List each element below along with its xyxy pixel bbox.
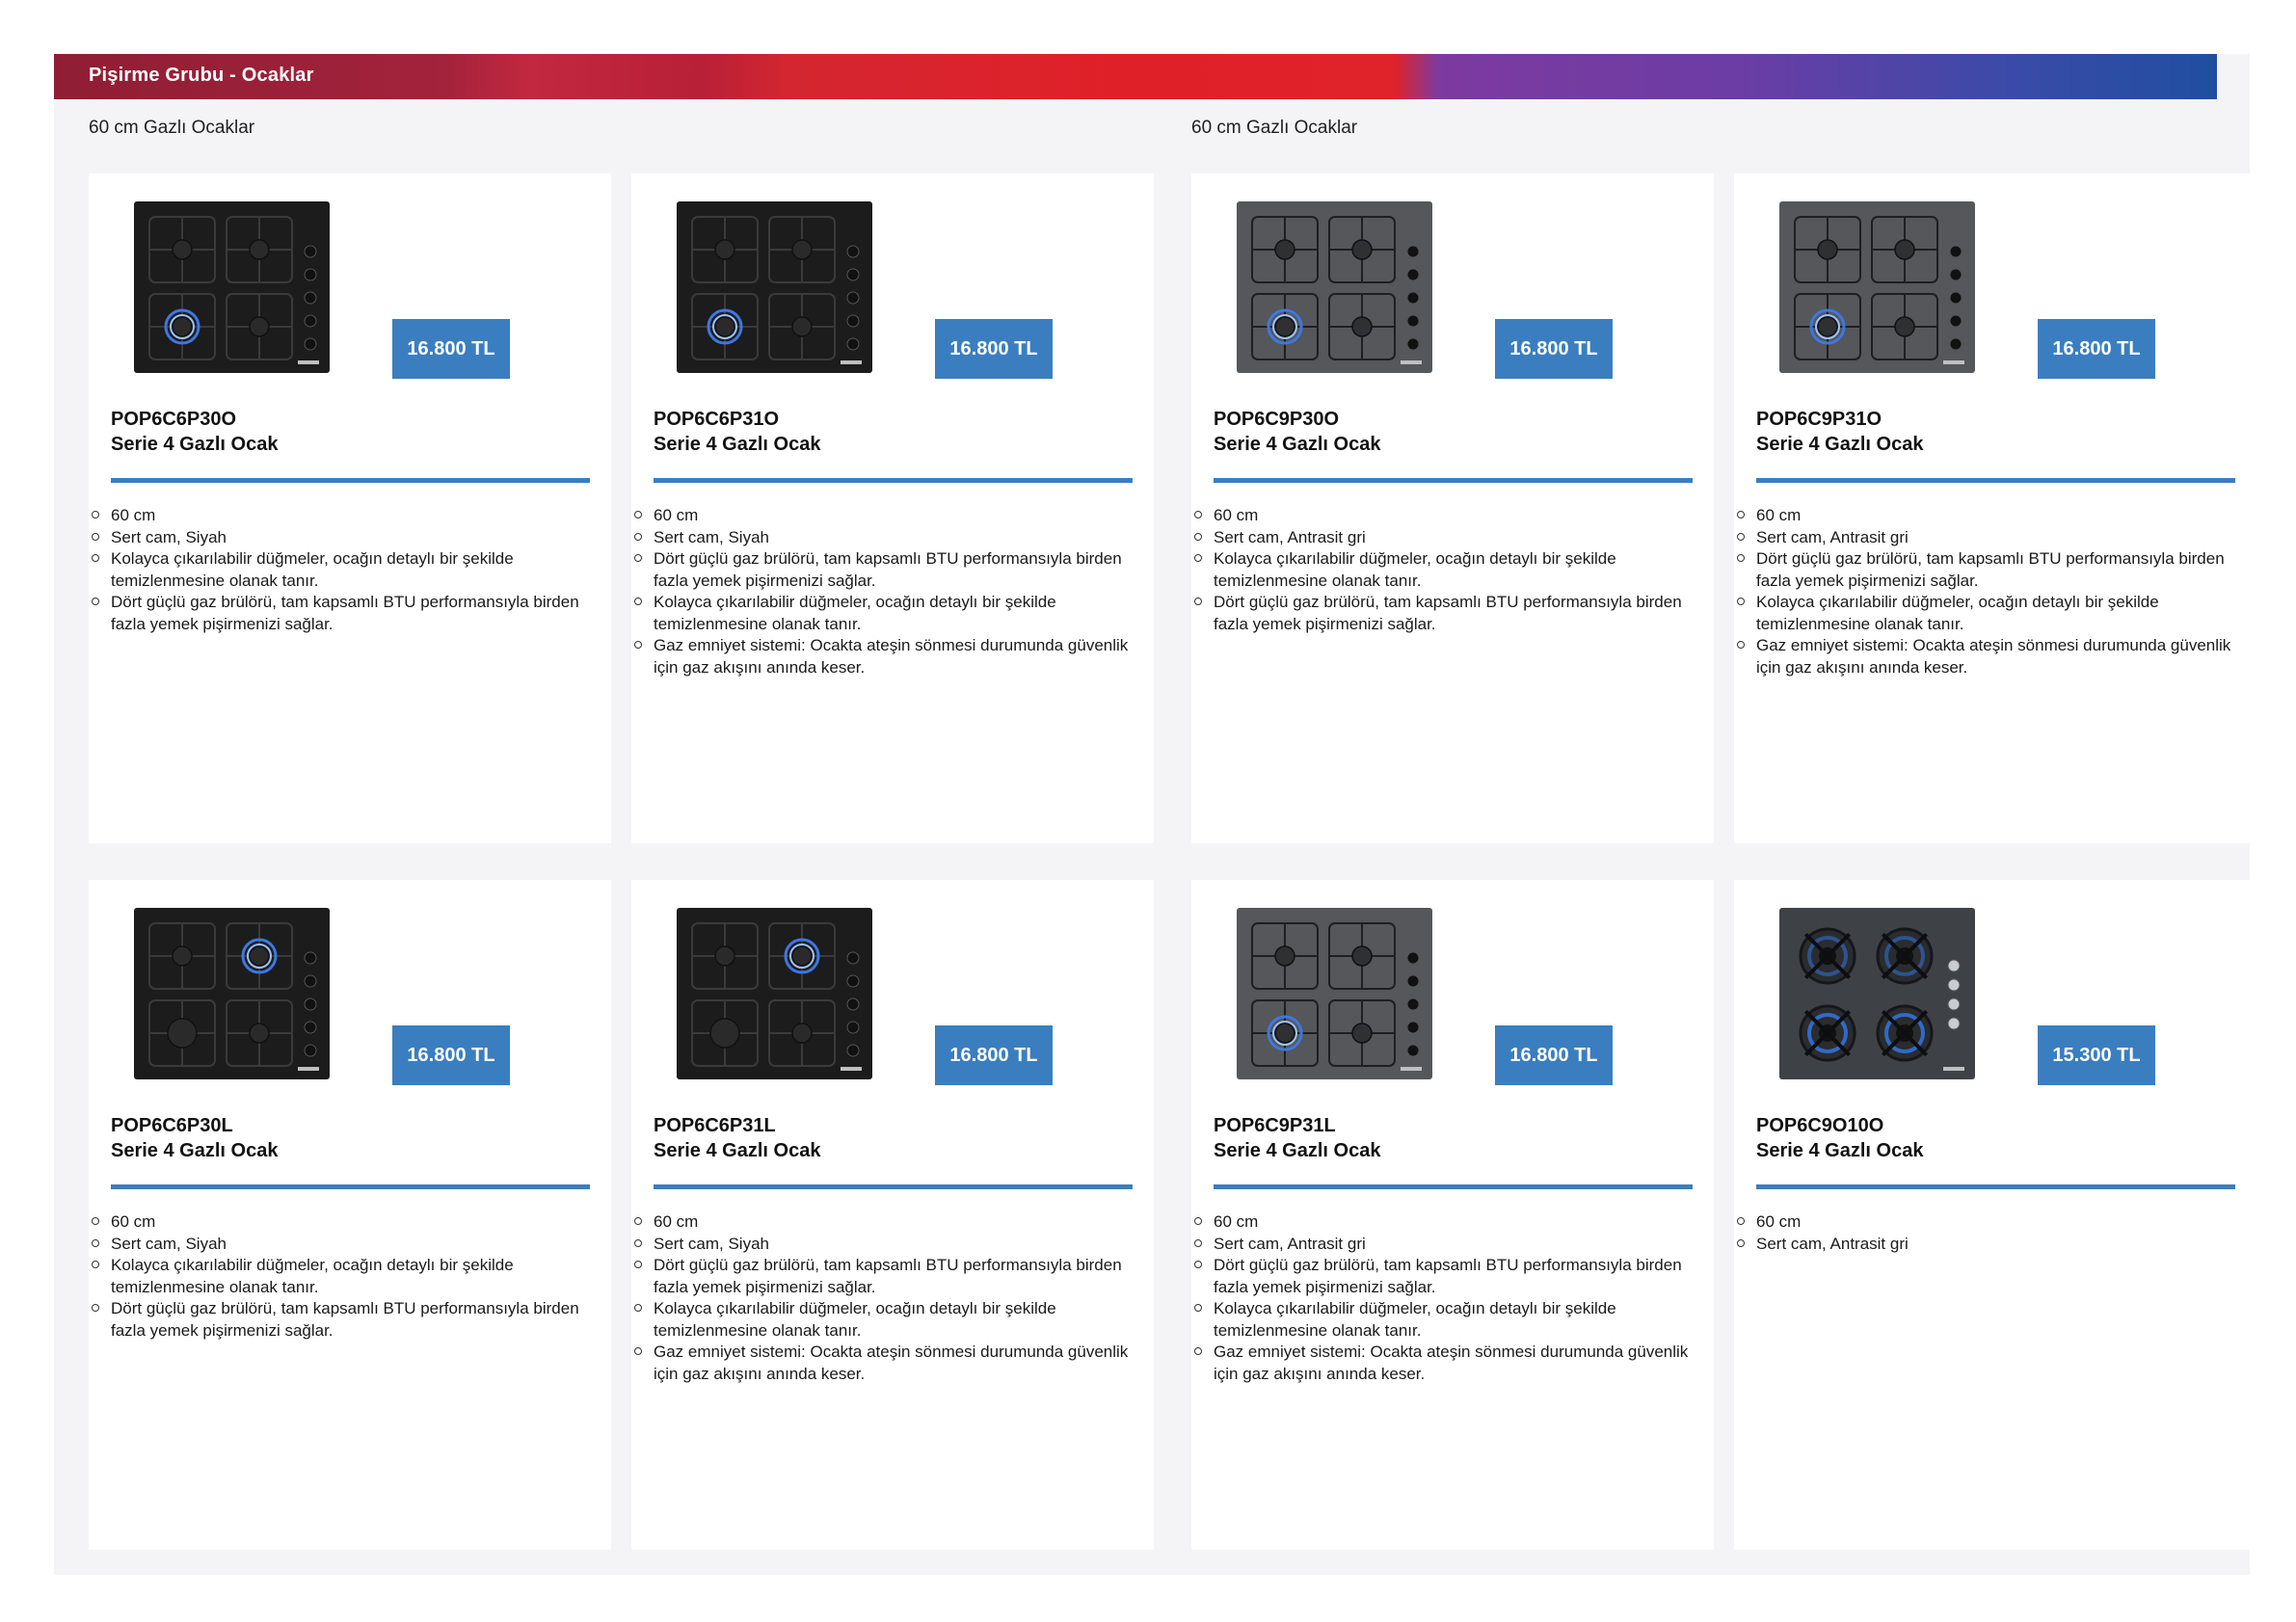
product-subtitle: Serie 4 Gazlı Ocak [1214,434,1381,455]
feature-item: Kolayca çıkarılabilir düğmeler, ocağın d… [1194,1298,1695,1342]
product-card[interactable]: 16.800 TL POP6C6P31L Serie 4 Gazlı Ocak … [631,880,1154,1550]
divider [1756,1184,2235,1189]
product-card[interactable]: 15.300 TL POP6C9O10O Serie 4 Gazlı Ocak … [1734,880,2256,1550]
product-subtitle: Serie 4 Gazlı Ocak [111,1140,279,1161]
divider [1214,1184,1693,1189]
product-model: POP6C6P31O [654,409,780,430]
feature-item: Dört güçlü gaz brülörü, tam kapsamlı BTU… [634,1255,1135,1298]
feature-item: Dört güçlü gaz brülörü, tam kapsamlı BTU… [1194,1255,1695,1298]
divider [1756,478,2235,483]
product-card[interactable]: 16.800 TL POP6C6P31O Serie 4 Gazlı Ocak … [631,173,1154,843]
product-model: POP6C9P31O [1756,409,1882,430]
feature-item: Dört güçlü gaz brülörü, tam kapsamlı BTU… [1194,592,1695,635]
divider [654,478,1133,483]
hob-image[interactable] [677,201,872,373]
feature-item: Sert cam, Siyah [634,1234,1135,1256]
divider [111,478,590,483]
feature-item: 60 cm [1737,505,2238,527]
section-title-left: 60 cm Gazlı Ocaklar [89,118,255,138]
feature-list: 60 cm Sert cam, Antrasit gri [1737,1211,2238,1256]
feature-item: Sert cam, Antrasit gri [1194,527,1695,549]
price-badge: 16.800 TL [1495,1025,1613,1085]
feature-list: 60 cm Sert cam, Siyah Dört güçlü gaz brülö… [634,1211,1135,1385]
divider [1214,478,1693,483]
feature-item: 60 cm [92,505,593,527]
product-subtitle: Serie 4 Gazlı Ocak [111,434,279,455]
product-subtitle: Serie 4 Gazlı Ocak [1756,434,1924,455]
product-model: POP6C6P30L [111,1115,233,1136]
product-card[interactable]: 16.800 TL POP6C6P30L Serie 4 Gazlı Ocak … [89,880,611,1550]
feature-item: Dört güçlü gaz brülörü, tam kapsamlı BTU… [634,548,1135,592]
product-model: POP6C9P30O [1214,409,1340,430]
feature-item: 60 cm [634,505,1135,527]
product-card[interactable]: 16.800 TL POP6C9P31O Serie 4 Gazlı Ocak … [1734,173,2256,843]
product-model: POP6C9P31L [1214,1115,1336,1136]
divider [111,1184,590,1189]
divider [654,1184,1133,1189]
feature-list: 60 cm Sert cam, Antrasit gri Dört güçlü ga… [1737,505,2238,678]
feature-item: Kolayca çıkarılabilir düğmeler, ocağın d… [1194,548,1695,592]
feature-item: Dört güçlü gaz brülörü, tam kapsamlı BTU… [1737,548,2238,592]
feature-item: Sert cam, Siyah [92,527,593,549]
price-badge: 15.300 TL [2038,1025,2155,1085]
price-badge: 16.800 TL [935,1025,1053,1085]
feature-list: 60 cm Sert cam, Siyah Dört güçlü gaz brülö… [634,505,1135,678]
price-badge: 16.800 TL [392,319,510,379]
feature-item: Kolayca çıkarılabilir düğmeler, ocağın d… [634,1298,1135,1342]
category-banner: Pişirme Grubu - Ocaklar [54,54,2217,99]
feature-item: 60 cm [92,1211,593,1234]
hob-image[interactable] [677,908,872,1079]
feature-item: 60 cm [1194,1211,1695,1234]
feature-item: Dört güçlü gaz brülörü, tam kapsamlı BTU… [92,1298,593,1342]
product-subtitle: Serie 4 Gazlı Ocak [654,434,821,455]
hob-image[interactable] [134,201,330,373]
feature-item: Kolayca çıkarılabilir düğmeler, ocağın d… [1737,592,2238,635]
feature-item: Dört güçlü gaz brülörü, tam kapsamlı BTU… [92,592,593,635]
price-badge: 16.800 TL [2038,319,2155,379]
product-model: POP6C9O10O [1756,1115,1884,1136]
price-badge: 16.800 TL [392,1025,510,1085]
product-card[interactable]: 16.800 TL POP6C6P30O Serie 4 Gazlı Ocak … [89,173,611,843]
feature-item: Kolayca çıkarılabilir düğmeler, ocağın d… [92,1255,593,1298]
hob-image[interactable] [1237,201,1432,373]
feature-list: 60 cm Sert cam, Antrasit gri Kolayca çıkar… [1194,505,1695,635]
hob-image[interactable] [134,908,330,1079]
feature-item: Gaz emniyet sistemi: Ocakta ateşin sönme… [634,635,1135,678]
product-subtitle: Serie 4 Gazlı Ocak [1214,1140,1381,1161]
feature-item: Kolayca çıkarılabilir düğmeler, ocağın d… [92,548,593,592]
feature-item: 60 cm [1194,505,1695,527]
product-card[interactable]: 16.800 TL POP6C9P31L Serie 4 Gazlı Ocak … [1191,880,1714,1550]
section-title-right: 60 cm Gazlı Ocaklar [1191,118,1358,138]
feature-item: Sert cam, Siyah [634,527,1135,549]
feature-item: Gaz emniyet sistemi: Ocakta ateşin sönme… [1194,1342,1695,1385]
product-subtitle: Serie 4 Gazlı Ocak [654,1140,821,1161]
hob-image[interactable] [1779,908,1975,1079]
product-card[interactable]: 16.800 TL POP6C9P30O Serie 4 Gazlı Ocak … [1191,173,1714,843]
hob-image[interactable] [1779,201,1975,373]
feature-item: Gaz emniyet sistemi: Ocakta ateşin sönme… [1737,635,2238,678]
hob-image[interactable] [1237,908,1432,1079]
product-model: POP6C6P31L [654,1115,776,1136]
feature-item: 60 cm [634,1211,1135,1234]
feature-item: 60 cm [1737,1211,2238,1234]
feature-list: 60 cm Sert cam, Siyah Kolayca çıkarılabili… [92,1211,593,1342]
feature-item: Gaz emniyet sistemi: Ocakta ateşin sönme… [634,1342,1135,1385]
price-badge: 16.800 TL [935,319,1053,379]
banner-title: Pişirme Grubu - Ocaklar [89,65,314,86]
feature-item: Kolayca çıkarılabilir düğmeler, ocağın d… [634,592,1135,635]
feature-item: Sert cam, Antrasit gri [1737,527,2238,549]
feature-list: 60 cm Sert cam, Siyah Kolayca çıkarılabili… [92,505,593,635]
product-model: POP6C6P30O [111,409,237,430]
feature-item: Sert cam, Antrasit gri [1194,1234,1695,1256]
feature-list: 60 cm Sert cam, Antrasit gri Dört güçlü ga… [1194,1211,1695,1385]
product-subtitle: Serie 4 Gazlı Ocak [1756,1140,1924,1161]
feature-item: Sert cam, Siyah [92,1234,593,1256]
price-badge: 16.800 TL [1495,319,1613,379]
feature-item: Sert cam, Antrasit gri [1737,1234,2238,1256]
